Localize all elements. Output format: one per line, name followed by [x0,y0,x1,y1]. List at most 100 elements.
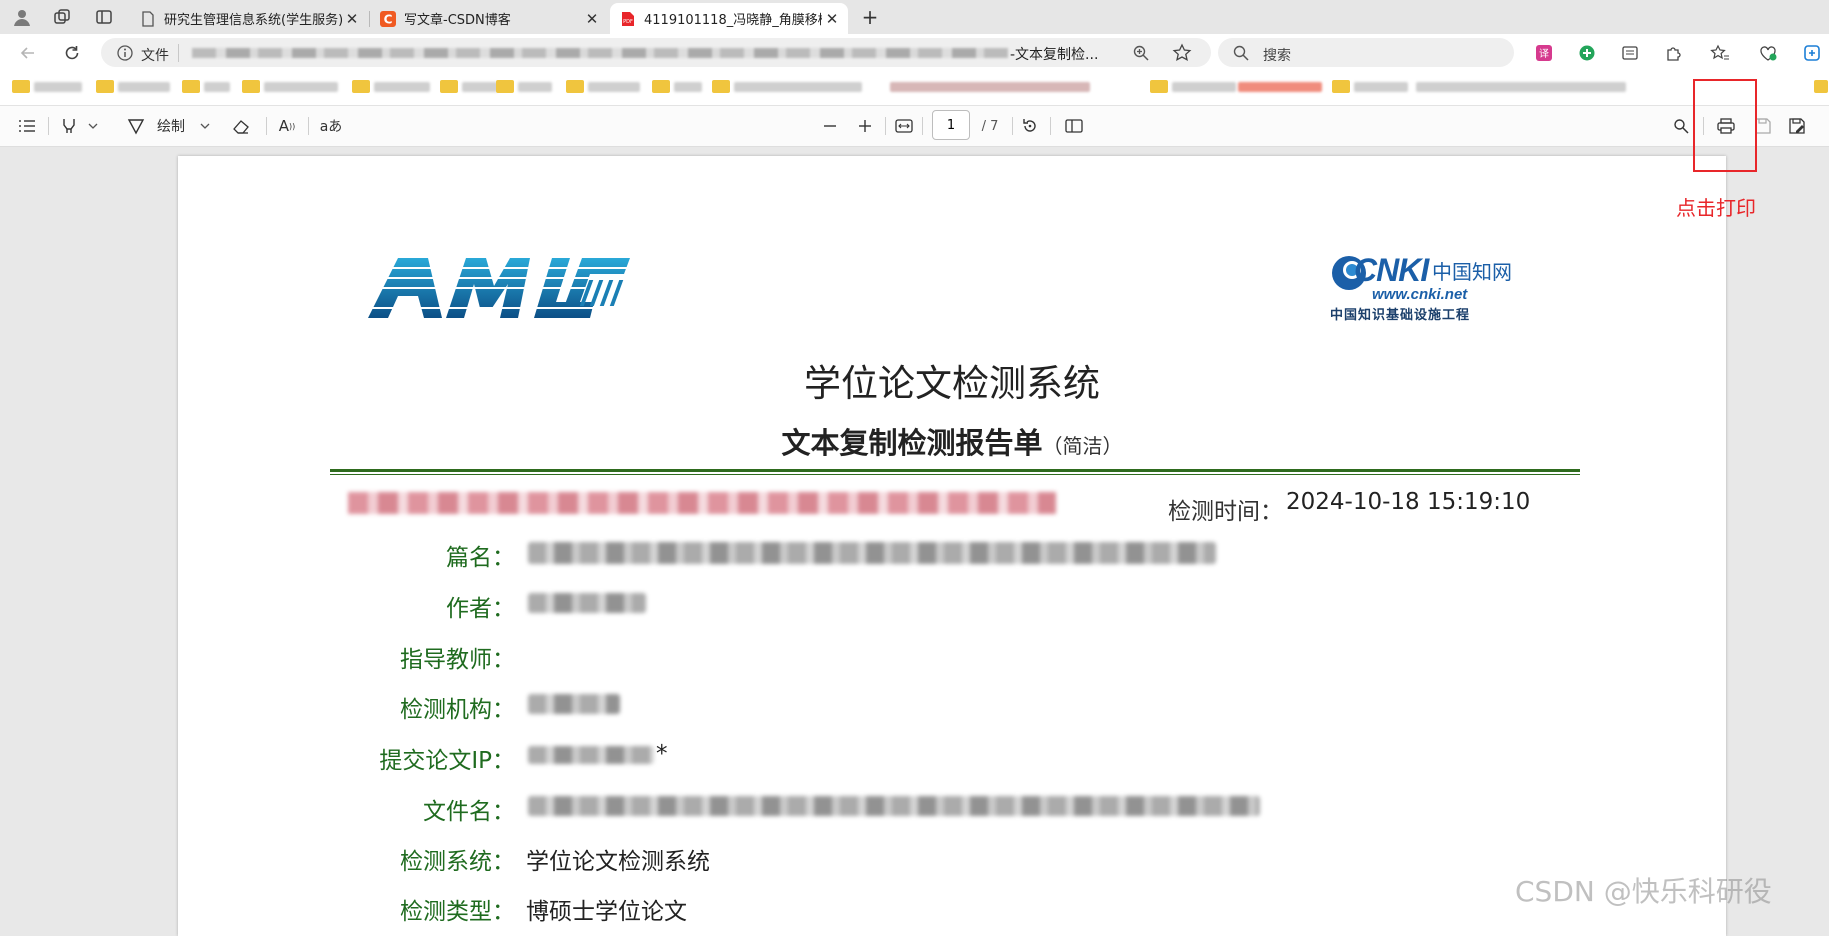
favorite-star-icon[interactable] [1172,43,1192,63]
search-icon [1232,44,1250,62]
text-tool-button[interactable]: aあ [318,114,344,138]
detect-time-value: 2024-10-18 15:19:10 [1286,489,1531,515]
favorites-list-icon[interactable] [1710,44,1730,62]
folder-icon[interactable] [96,80,114,93]
report-title-sub: （简洁） [1042,434,1123,458]
rotate-icon[interactable] [1018,114,1042,138]
redacted-author-value [528,593,646,613]
profile-icon[interactable] [10,5,34,29]
other-favorites-folder-icon[interactable] [1814,80,1828,93]
back-icon[interactable] [16,41,40,65]
annotation-text: 点击打印 [1676,196,1756,220]
field-label-title: 篇名： [446,545,515,571]
print-highlight-box [1693,79,1757,172]
save-as-icon[interactable] [1786,114,1808,138]
document-icon [140,10,156,27]
tab-grad-system[interactable]: 研究生管理信息系统(学生服务) ✕ [130,3,368,34]
extensions-puzzle-icon[interactable] [1664,44,1682,62]
pdf-file-icon: PDF [620,11,636,27]
report-title-main: 文本复制检测报告单 [781,426,1043,460]
folder-icon[interactable] [652,80,670,93]
svg-text:PDF: PDF [623,19,633,25]
field-label-institution: 检测机构： [400,697,515,723]
tab-strip: 研究生管理信息系统(学生服务) ✕ C 写文章-CSDN博客 ✕ PDF 411… [0,0,1829,34]
redacted-title-value [528,542,1216,564]
system-title: 学位论文检测系统 [804,362,1100,405]
address-url-redacted [192,48,1008,58]
eraser-icon[interactable] [230,114,252,138]
csdn-logo-icon: C [380,10,396,27]
field-value-system: 学位论文检测系统 [526,849,710,875]
svg-text:C: C [384,12,393,26]
extension-green-icon[interactable] [1578,44,1596,62]
redacted-header-line [348,492,1056,514]
tab-label: 4119101118_冯晓静_角膜移植手术... [644,13,822,28]
extension-translate-icon[interactable]: 译 [1535,44,1553,62]
cnki-tagline: 中国知识基础设施工程 [1330,308,1471,323]
collections-icon[interactable] [1803,44,1821,62]
zoom-out-icon[interactable] [820,114,840,138]
field-label-filename: 文件名： [423,799,515,825]
draw-icon[interactable] [124,114,148,138]
field-label-author: 作者： [446,596,515,622]
highlight-icon[interactable] [58,114,80,138]
redacted-institution-value [528,694,620,714]
folder-icon[interactable] [712,80,730,93]
zoom-icon[interactable] [1132,44,1150,62]
folder-icon[interactable] [440,80,458,93]
scheme-label: 文件 [141,48,169,64]
folder-icon[interactable] [566,80,584,93]
close-icon[interactable]: ✕ [822,10,842,28]
new-tab-button[interactable]: + [858,5,882,29]
browser-essentials-icon[interactable] [1758,44,1778,62]
cnki-brand: CNKI [1354,252,1429,288]
cnki-logo: CNKI 中国知网 www.cnki.net 中国知识基础设施工程 [1330,252,1518,323]
reader-view-icon[interactable] [1621,44,1639,62]
workspaces-icon[interactable] [50,5,74,29]
chevron-down-icon[interactable] [198,114,212,138]
title-rule-bottom [330,474,1580,475]
tab-csdn[interactable]: C 写文章-CSDN博客 ✕ [370,3,608,34]
title-rule-top [330,469,1580,472]
folder-icon[interactable] [1332,80,1350,93]
folder-icon[interactable] [352,80,370,93]
field-label-supervisor: 指导教师： [400,647,515,673]
tab-label: 研究生管理信息系统(学生服务) [164,13,342,28]
info-icon[interactable] [116,44,134,62]
chevron-down-icon[interactable] [86,114,100,138]
watermark: CSDN @快乐科研役 [1515,875,1772,908]
tab-label: 写文章-CSDN博客 [404,13,511,28]
redacted-ip-value [528,746,654,764]
vertical-tabs-icon[interactable] [92,5,116,29]
field-label-system: 检测系统： [400,849,515,875]
folder-icon[interactable] [1150,80,1168,93]
cnki-cn-name: 中国知网 [1432,260,1512,284]
tab-pdf-report[interactable]: PDF 4119101118_冯晓静_角膜移植手术... ✕ [610,3,848,34]
close-icon[interactable]: ✕ [342,10,362,28]
field-label-ip: 提交论文IP： [379,748,515,774]
folder-icon[interactable] [182,80,200,93]
folder-icon[interactable] [242,80,260,93]
ip-value-suffix: * [656,741,668,767]
folder-icon[interactable] [496,80,514,93]
amlc-logo [368,256,630,320]
page-view-icon[interactable] [1062,114,1086,138]
folder-icon[interactable] [12,80,30,93]
read-aloud-icon: A [278,117,289,135]
redacted-filename-value [528,796,1260,816]
close-icon[interactable]: ✕ [582,10,602,28]
field-value-type: 博硕士学位论文 [526,899,687,925]
address-url-tail: -文本复制检... [1010,47,1099,63]
fit-to-width-icon[interactable] [892,114,916,138]
zoom-in-icon[interactable] [855,114,875,138]
page-total: / 7 [981,118,999,134]
read-aloud-button[interactable]: A)) [276,114,298,138]
table-of-contents-icon[interactable] [16,114,38,138]
draw-label[interactable]: 绘制 [154,114,188,138]
search-placeholder: 搜索 [1263,48,1291,64]
page-number-input[interactable] [932,110,970,140]
svg-text:译: 译 [1539,48,1549,60]
find-icon[interactable] [1670,114,1692,138]
refresh-icon[interactable] [60,41,84,65]
report-title: 文本复制检测报告单（简洁） [178,420,1726,462]
